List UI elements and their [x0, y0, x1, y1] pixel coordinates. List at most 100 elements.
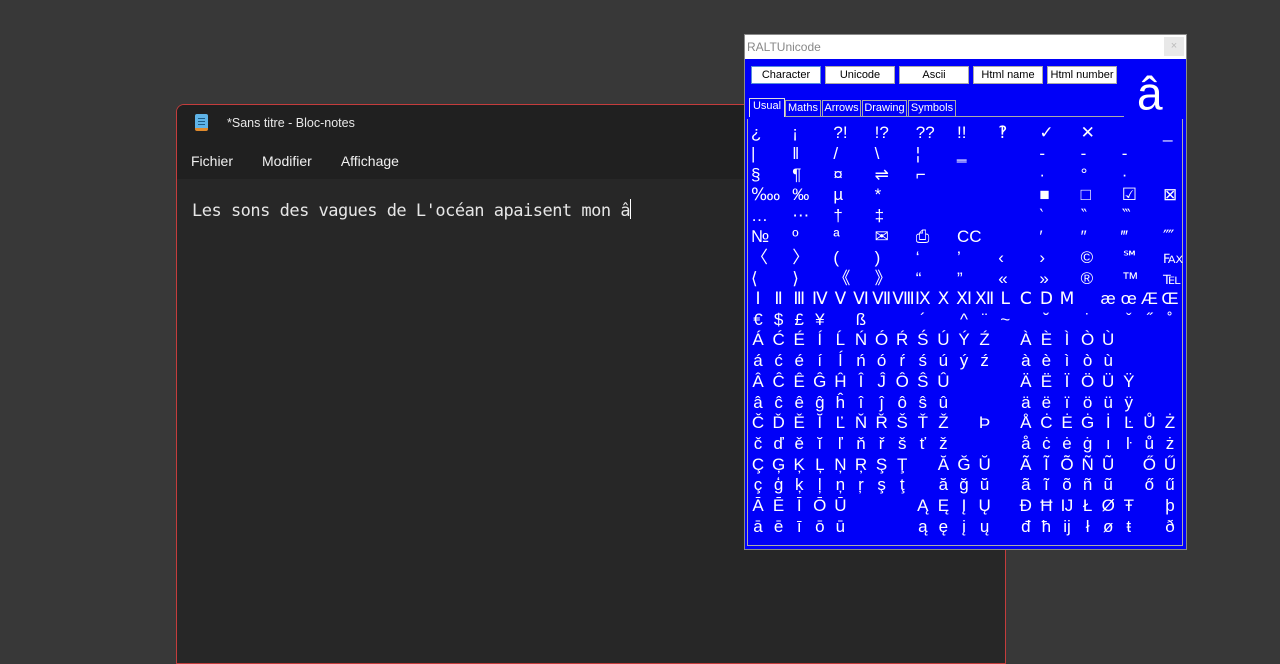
character-cell[interactable]: Ó [872, 330, 892, 350]
character-cell[interactable]: º [792, 227, 822, 247]
character-cell[interactable]: Ř [872, 413, 892, 433]
character-cell[interactable]: ê [789, 393, 809, 413]
character-cell[interactable]: À [1016, 330, 1036, 350]
character-cell[interactable]: ą [913, 517, 933, 537]
character-cell[interactable]: Ĺ [830, 330, 850, 350]
character-cell[interactable]: ū [830, 517, 850, 537]
character-cell[interactable]: ŝ [913, 393, 933, 413]
character-cell[interactable]: đ [1016, 517, 1036, 537]
character-cell[interactable]: ē [769, 517, 789, 537]
character-cell[interactable]: Ĩ [1036, 455, 1056, 475]
character-cell[interactable]: ‴ [1122, 227, 1152, 247]
character-cell[interactable]: \ [875, 144, 905, 164]
character-cell[interactable]: Á [748, 330, 768, 350]
character-cell[interactable]: ķ [789, 475, 809, 495]
character-cell[interactable]: Ø [1098, 496, 1118, 516]
character-cell[interactable]: Ù [1098, 330, 1118, 350]
character-cell[interactable]: š [892, 434, 912, 454]
character-cell[interactable]: â [748, 393, 768, 413]
character-cell[interactable]: ’ [957, 248, 987, 268]
character-cell[interactable]: û [933, 393, 953, 413]
character-cell[interactable]: Õ [1057, 455, 1077, 475]
character-cell[interactable]: ¥ [810, 310, 830, 330]
character-cell[interactable]: Ŭ [975, 455, 995, 475]
character-cell[interactable]: õ [1057, 475, 1077, 495]
character-cell[interactable]: ř [872, 434, 892, 454]
character-cell[interactable]: ¡ [792, 123, 822, 143]
character-cell[interactable]: ĩ [1036, 475, 1056, 495]
character-cell[interactable]: Ⅳ [810, 289, 830, 309]
character-cell[interactable]: Ü [1098, 372, 1118, 392]
character-cell[interactable]: ľ [830, 434, 850, 454]
character-cell[interactable]: Ĉ [769, 372, 789, 392]
character-button[interactable]: Character [751, 66, 821, 84]
tab-maths[interactable]: Maths [785, 100, 821, 117]
character-cell[interactable]: į [954, 517, 974, 537]
character-cell[interactable]: Ź [975, 330, 995, 350]
character-cell[interactable]: ŗ [851, 475, 871, 495]
character-cell[interactable]: $ [769, 310, 789, 330]
character-cell[interactable]: ż [1160, 434, 1180, 454]
character-cell[interactable]: ò [1078, 351, 1098, 371]
character-cell[interactable]: Ⅻ [975, 289, 995, 309]
character-cell[interactable]: ő [1139, 475, 1159, 495]
character-cell[interactable]: ð [1160, 517, 1180, 537]
character-cell[interactable]: ″ [1081, 227, 1111, 247]
character-cell[interactable]: □ [1081, 185, 1111, 205]
character-cell[interactable]: Æ [1139, 289, 1159, 309]
character-cell[interactable]: ‡ [875, 206, 905, 226]
character-cell[interactable]: Ă [933, 455, 953, 475]
character-cell[interactable]: ġ [1078, 434, 1098, 454]
character-cell[interactable]: » [1039, 269, 1069, 289]
character-cell[interactable]: ⟩ [792, 269, 822, 289]
character-cell[interactable]: Ć [769, 330, 789, 350]
character-cell[interactable]: ‘ [916, 248, 946, 268]
character-cell[interactable]: Ⅸ [913, 289, 933, 309]
character-cell[interactable]: ë [1036, 393, 1056, 413]
character-cell[interactable]: ĭ [810, 434, 830, 454]
character-cell[interactable]: † [833, 206, 863, 226]
character-cell[interactable]: ü [1098, 393, 1118, 413]
character-cell[interactable]: ® [1081, 269, 1111, 289]
character-cell[interactable]: Ⅿ [1057, 289, 1077, 309]
character-cell[interactable]: ‱ [751, 185, 781, 205]
character-cell[interactable]: Ê [789, 372, 809, 392]
character-cell[interactable]: ‽ [998, 123, 1028, 143]
character-cell[interactable]: Ķ [789, 455, 809, 475]
character-cell[interactable]: · [1122, 165, 1152, 185]
character-cell[interactable]: ˚ [1160, 310, 1180, 330]
character-cell[interactable]: Ⅽ [1016, 289, 1036, 309]
character-cell[interactable]: ź [975, 351, 995, 371]
character-cell[interactable]: Å [1016, 413, 1036, 433]
character-cell[interactable]: Ě [789, 413, 809, 433]
character-cell[interactable]: Ⅾ [1036, 289, 1056, 309]
character-cell[interactable]: ‑ [1081, 144, 1111, 164]
character-cell[interactable]: ļ [810, 475, 830, 495]
character-cell[interactable]: · [1039, 165, 1069, 185]
character-cell[interactable]: !! [957, 123, 987, 143]
character-cell[interactable]: Ł [1078, 496, 1098, 516]
character-cell[interactable]: Ⅼ [995, 289, 1015, 309]
character-cell[interactable]: ž [933, 434, 953, 454]
character-cell[interactable]: ′ [1039, 227, 1069, 247]
character-cell[interactable]: Ŕ [892, 330, 912, 350]
character-cell[interactable]: Ò [1078, 330, 1098, 350]
character-cell[interactable]: CC [957, 227, 987, 247]
character-cell[interactable]: ?? [916, 123, 946, 143]
character-cell[interactable]: ?! [833, 123, 863, 143]
character-cell[interactable]: Ĳ [1057, 496, 1077, 516]
character-cell[interactable]: İ [1098, 413, 1118, 433]
character-cell[interactable]: Ą [913, 496, 933, 516]
character-cell[interactable]: ę [933, 517, 953, 537]
character-cell[interactable]: ⋯ [792, 206, 822, 226]
character-cell[interactable]: ť [913, 434, 933, 454]
character-cell[interactable]: Đ [1016, 496, 1036, 516]
unicode-button[interactable]: Unicode [825, 66, 895, 84]
menu-modifier[interactable]: Modifier [262, 153, 312, 169]
character-cell[interactable]: 《 [833, 269, 863, 289]
character-cell[interactable]: ģ [769, 475, 789, 495]
character-cell[interactable]: ă [933, 475, 953, 495]
character-cell[interactable]: Ž [933, 413, 953, 433]
character-cell[interactable]: | [751, 144, 781, 164]
tab-symbols[interactable]: Symbols [908, 100, 956, 117]
